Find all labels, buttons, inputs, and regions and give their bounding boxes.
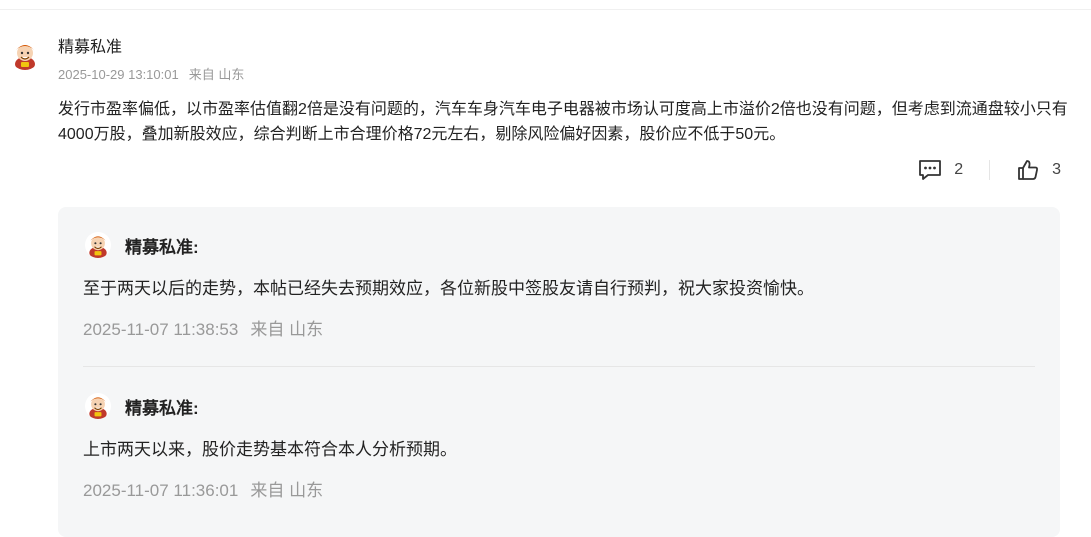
comment-meta: 2025-10-29 13:10:01 来自 山东 [58,66,244,84]
comment-timestamp: 2025-10-29 13:10:01 [58,67,179,82]
reply-divider [83,366,1035,367]
action-separator [989,160,991,180]
user-avatar[interactable] [10,40,40,70]
reply-timestamp: 2025-11-07 11:38:53 [83,320,239,339]
cartoon-avatar-icon [85,393,111,419]
cartoon-avatar-icon [10,40,40,70]
like-count: 3 [1052,161,1061,178]
reply-avatar[interactable] [85,393,111,419]
comment-item: 精募私准 2025-10-29 13:10:01 来自 山东 发行市盈率偏低，以市… [0,0,1091,537]
replies-panel: 精募私准: 至于两天以后的走势，本帖已经失去预期效应，各位新股中签股友请自行预判… [58,207,1060,537]
reply-location: 来自 山东 [250,481,324,500]
reply-header: 精募私准: [83,231,199,259]
reply-location: 来自 山东 [250,320,324,339]
comment-username[interactable]: 精募私准 [58,37,122,59]
thumbs-up-icon [1018,160,1039,180]
comment-content: 发行市盈率偏低，以市盈率估值翻2倍是没有问题的，汽车车身汽车电子电器被市场认可度… [58,101,1068,143]
reply-button[interactable]: 2 [918,159,963,181]
reply-timestamp: 2025-11-07 11:36:01 [83,481,239,500]
reply-text: 至于两天以后的走势，本帖已经失去预期效应，各位新股中签股友请自行预判，祝大家投资… [83,279,814,298]
cartoon-avatar-icon [85,232,111,258]
like-button[interactable]: 3 [1016,158,1061,182]
reply-avatar[interactable] [85,232,111,258]
reply-count: 2 [954,161,964,178]
reply-meta: 2025-11-07 11:38:53 来自 山东 [83,318,323,342]
reply-username[interactable]: 精募私准: [125,233,199,258]
reply-header: 精募私准: [83,392,199,420]
comment-actions: 2 3 [918,156,1061,184]
comment-bubble-icon [919,160,942,180]
comment-location: 来自 山东 [188,67,245,82]
reply-username[interactable]: 精募私准: [125,394,199,419]
reply-text: 上市两天以来，股价走势基本符合本人分析预期。 [83,440,457,459]
reply-meta: 2025-11-07 11:36:01 来自 山东 [83,479,323,503]
